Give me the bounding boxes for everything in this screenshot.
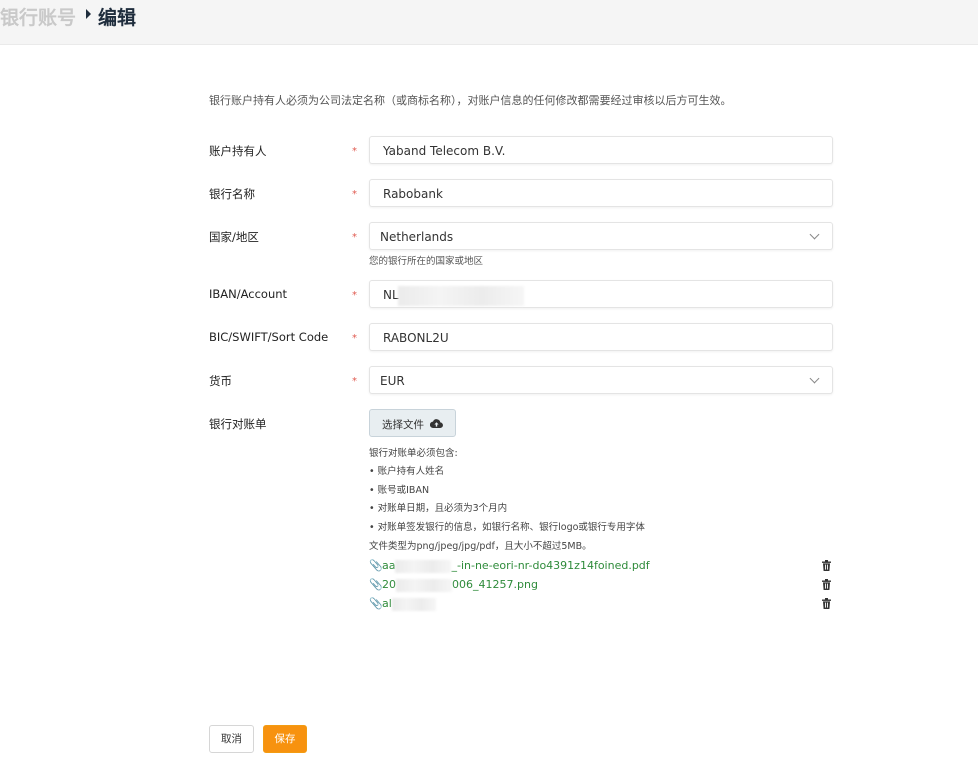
paperclip-icon: 📎 <box>369 597 383 610</box>
trash-icon[interactable] <box>821 579 832 590</box>
bank-name-value: Rabobank <box>383 187 443 201</box>
country-label: 国家/地区 <box>209 230 259 244</box>
trash-icon[interactable] <box>821 560 832 571</box>
currency-label: 货币 <box>209 374 232 388</box>
holder-input[interactable]: Yaband Telecom B.V. <box>369 136 833 164</box>
required-mark: * <box>352 290 357 301</box>
breadcrumb-parent[interactable]: 银行账号 <box>0 3 76 30</box>
bank-name-input[interactable]: Rabobank <box>369 179 833 207</box>
file-link[interactable]: 📎al <box>369 597 436 611</box>
redacted-area <box>398 286 524 306</box>
required-mark: * <box>352 376 357 387</box>
chevron-down-icon <box>809 373 820 384</box>
chevron-down-icon <box>809 229 820 240</box>
holder-value: Yaband Telecom B.V. <box>383 144 506 158</box>
country-value: Netherlands <box>380 230 454 244</box>
required-mark: * <box>352 146 357 157</box>
cancel-button[interactable]: 取消 <box>209 725 254 753</box>
paperclip-icon: 📎 <box>369 578 383 591</box>
save-button[interactable]: 保存 <box>263 725 307 753</box>
redacted-area <box>391 597 436 611</box>
required-mark: * <box>352 189 357 200</box>
choose-file-label: 选择文件 <box>382 419 424 431</box>
file-name-prefix: 20 <box>382 578 396 591</box>
bic-label: BIC/SWIFT/Sort Code <box>209 330 329 344</box>
country-help: 您的银行所在的国家或地区 <box>369 256 484 267</box>
header-bar: 银行账号 编辑 <box>0 0 978 45</box>
currency-select[interactable]: EUR <box>369 366 833 394</box>
currency-value: EUR <box>380 374 405 388</box>
holder-label: 账户持有人 <box>209 144 267 158</box>
file-name-prefix: al <box>382 597 392 610</box>
required-mark: * <box>352 333 357 344</box>
file-link[interactable]: 📎20 006_41257.png <box>369 578 538 592</box>
page-title: 编辑 <box>98 7 137 29</box>
bic-value: RABONL2U <box>383 331 449 345</box>
trash-icon[interactable] <box>821 598 832 609</box>
file-type-note: 文件类型为png/jpeg/jpg/pdf，且大小不超过5MB。 <box>369 541 592 552</box>
iban-label: IBAN/Account <box>209 287 288 301</box>
cloud-upload-icon <box>430 419 443 429</box>
file-name-suffix: _-in-ne-eori-nr-do4391z14foined.pdf <box>451 559 650 572</box>
file-name-prefix: aa <box>382 559 396 572</box>
choose-file-button[interactable]: 选择文件 <box>369 409 456 437</box>
requirements-title: 银行对账单必须包含: <box>369 448 458 459</box>
requirement-item: • 账户持有人姓名 <box>369 466 445 477</box>
notice-text: 银行账户持有人必须为公司法定名称（或商标名称），对账户信息的任何修改都需要经过审… <box>209 94 732 107</box>
redacted-area <box>396 578 452 592</box>
redacted-area <box>395 559 452 573</box>
bic-input[interactable]: RABONL2U <box>369 323 833 351</box>
file-name-suffix: 006_41257.png <box>452 578 538 591</box>
statement-label: 银行对账单 <box>209 417 267 431</box>
country-select[interactable]: Netherlands <box>369 222 833 250</box>
paperclip-icon: 📎 <box>369 559 383 572</box>
bank-name-label: 银行名称 <box>209 187 255 201</box>
required-mark: * <box>352 232 357 243</box>
requirement-item: • 账号或IBAN <box>369 485 430 496</box>
iban-value: NL <box>383 288 399 302</box>
iban-input[interactable]: NL <box>369 280 833 308</box>
requirement-item: • 对账单日期，且必须为3个月内 <box>369 503 508 514</box>
breadcrumb-separator-icon <box>86 9 91 19</box>
requirement-item: • 对账单签发银行的信息，如银行名称、银行logo或银行专用字体 <box>369 522 645 533</box>
file-link[interactable]: 📎aa _-in-ne-eori-nr-do4391z14foined.pdf <box>369 559 650 573</box>
